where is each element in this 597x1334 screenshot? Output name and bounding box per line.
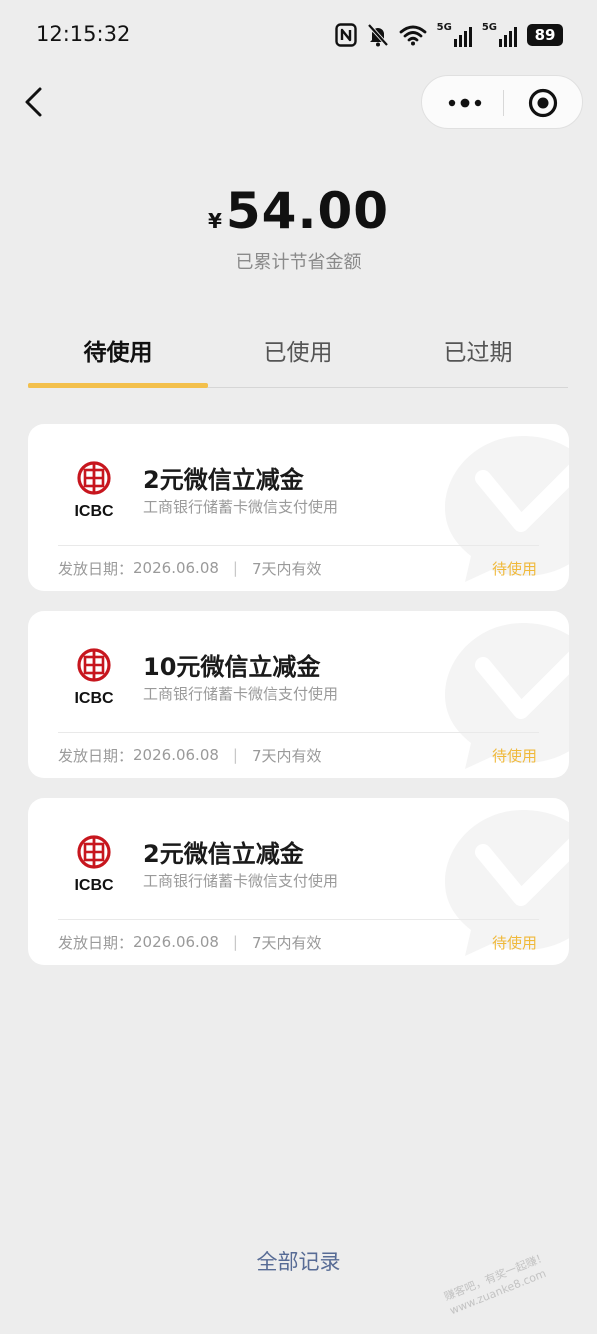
footer-separator: | xyxy=(232,746,238,764)
footer-separator: | xyxy=(232,559,238,577)
signal-label: 5G xyxy=(436,22,452,33)
battery-indicator: 89 xyxy=(527,24,563,46)
savings-amount: ¥ 54.00 xyxy=(0,182,597,240)
card-divider xyxy=(58,732,539,733)
icbc-logo: ICBC xyxy=(74,648,114,705)
status-bar: 12:15:32 5G 5G 89 xyxy=(0,0,597,70)
more-icon[interactable] xyxy=(446,90,484,116)
validity: 7天内有效 xyxy=(251,559,322,578)
status-icons: 5G 5G 89 xyxy=(334,22,563,48)
issue-date-label: 发放日期： xyxy=(58,746,134,765)
footer-separator: | xyxy=(232,933,238,951)
coupon-footer: 发放日期： 2026.06.08 | 7天内有效 待使用 xyxy=(58,931,537,953)
coupon-footer: 发放日期： 2026.06.08 | 7天内有效 待使用 xyxy=(58,744,537,766)
tab-expired[interactable]: 已过期 xyxy=(388,330,568,387)
bank-logo-text: ICBC xyxy=(74,503,114,518)
signal-5g-icon: 5G xyxy=(437,23,472,47)
validity: 7天内有效 xyxy=(251,933,322,952)
savings-label: 已累计节省金额 xyxy=(235,252,362,273)
coupon-subtitle: 工商银行储蓄卡微信支付使用 xyxy=(143,498,339,516)
back-chevron-icon[interactable] xyxy=(16,84,52,120)
status-time: 12:15:32 xyxy=(36,22,131,46)
issue-date: 2026.06.08 xyxy=(133,746,219,764)
tab-used[interactable]: 已使用 xyxy=(208,330,388,387)
issue-date-label: 发放日期： xyxy=(58,559,134,578)
tab-unused[interactable]: 待使用 xyxy=(28,330,208,388)
wifi-icon xyxy=(399,25,427,46)
coupon-footer: 发放日期： 2026.06.08 | 7天内有效 待使用 xyxy=(58,557,537,579)
coupon-card[interactable]: ICBC 2元微信立减金 工商银行储蓄卡微信支付使用 发放日期： 2026.06… xyxy=(28,424,569,591)
status-badge: 待使用 xyxy=(491,933,537,952)
coupon-card[interactable]: ICBC 10元微信立减金 工商银行储蓄卡微信支付使用 发放日期： 2026.0… xyxy=(28,611,569,778)
coupon-title: 2元微信立减金 xyxy=(143,466,304,494)
issue-date-label: 发放日期： xyxy=(58,933,134,952)
mini-program-capsule xyxy=(421,75,583,129)
status-badge: 待使用 xyxy=(491,559,537,578)
close-target-icon[interactable] xyxy=(527,87,559,119)
issue-date: 2026.06.08 xyxy=(133,559,219,577)
coupon-subtitle: 工商银行储蓄卡微信支付使用 xyxy=(143,872,339,890)
validity: 7天内有效 xyxy=(251,746,322,765)
nfc-icon xyxy=(334,23,357,47)
coupon-card[interactable]: ICBC 2元微信立减金 工商银行储蓄卡微信支付使用 发放日期： 2026.06… xyxy=(28,798,569,965)
icbc-logo: ICBC xyxy=(74,461,114,518)
coupon-tabs: 待使用 已使用 已过期 xyxy=(28,330,568,388)
issue-date: 2026.06.08 xyxy=(133,933,219,951)
mute-bell-icon xyxy=(367,23,389,47)
bank-logo-text: ICBC xyxy=(74,877,114,892)
coupon-title: 2元微信立减金 xyxy=(143,840,304,868)
bank-logo-text: ICBC xyxy=(74,690,114,705)
currency-symbol: ¥ xyxy=(207,209,222,233)
status-badge: 待使用 xyxy=(491,746,537,765)
icbc-logo: ICBC xyxy=(74,835,114,892)
signal-5g-icon: 5G xyxy=(482,23,517,47)
coupon-subtitle: 工商银行储蓄卡微信支付使用 xyxy=(143,685,339,703)
coupon-title: 10元微信立减金 xyxy=(143,653,321,681)
signal-label: 5G xyxy=(481,22,497,33)
amount-value: 54.00 xyxy=(225,182,390,240)
card-divider xyxy=(58,545,539,546)
card-divider xyxy=(58,919,539,920)
capsule-divider xyxy=(503,90,504,116)
